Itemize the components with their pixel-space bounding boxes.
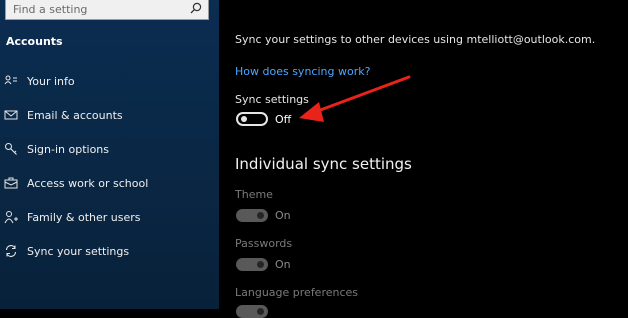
annotation-arrow <box>299 75 411 122</box>
annotation-arrow-shaft <box>313 75 411 114</box>
annotation-arrow-head <box>299 102 324 122</box>
toggle-knob <box>257 308 264 315</box>
